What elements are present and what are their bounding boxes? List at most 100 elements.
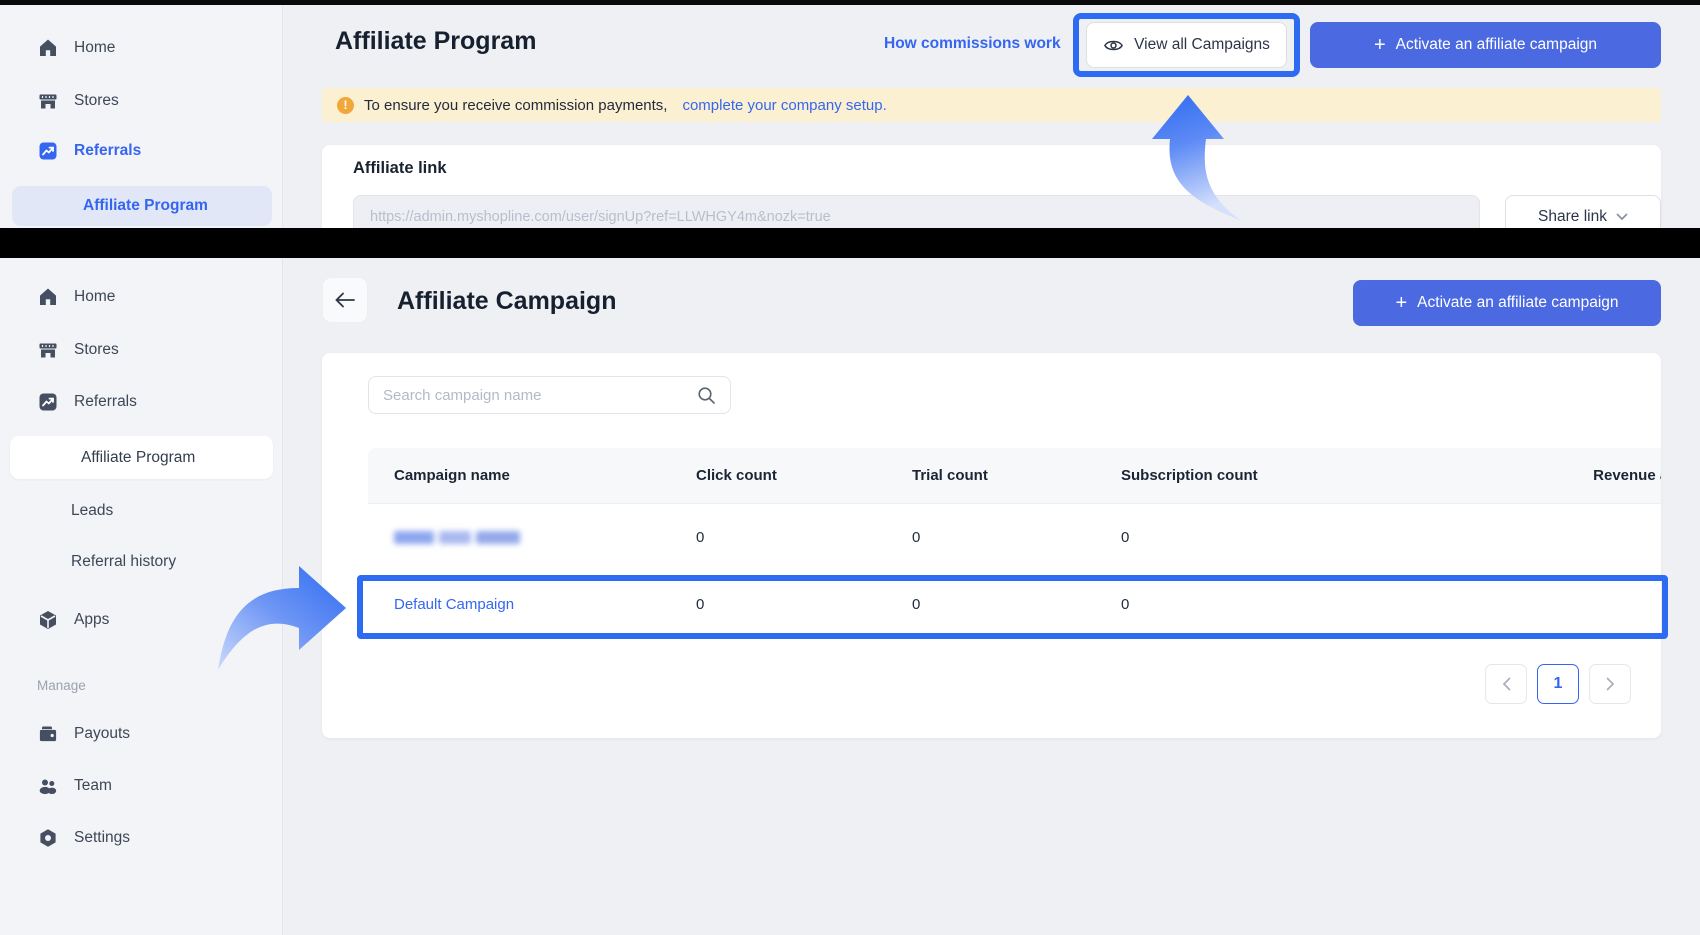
revenue-value: $0.00: [1404, 529, 1661, 546]
sidebar-item-label: Settings: [74, 829, 130, 847]
search-icon[interactable]: [697, 386, 716, 405]
sidebar-item-label: Apps: [74, 611, 109, 629]
screenshot-stage: Home Stores Referrals Affiliate Program …: [0, 0, 1700, 935]
sidebar-item-label: Referrals: [74, 142, 141, 160]
campaign-table-card: Campaign name Click count Trial count Su…: [322, 353, 1661, 738]
plus-icon: +: [1395, 293, 1407, 313]
sidebar-item-label: Stores: [74, 92, 119, 110]
affiliate-link-input[interactable]: [353, 195, 1480, 228]
subscription-count-value: 0: [1121, 529, 1404, 546]
apps-icon: [38, 610, 58, 630]
back-button[interactable]: [322, 277, 368, 323]
top-edge-strip: [0, 0, 1700, 5]
redacted-campaign-name[interactable]: [368, 531, 696, 544]
sidebar-item-label: Affiliate Program: [83, 197, 208, 215]
back-arrow-icon: [334, 291, 356, 309]
pagination-page-1[interactable]: 1: [1537, 664, 1579, 704]
how-commissions-work-link[interactable]: How commissions work: [884, 35, 1061, 53]
trial-count-value: 0: [912, 529, 1121, 546]
home-icon: [38, 38, 58, 58]
settings-icon: [38, 828, 58, 848]
affiliate-link-card: Affiliate link Share link: [322, 145, 1661, 228]
pagination-prev-button[interactable]: [1485, 664, 1527, 704]
team-icon: [38, 776, 58, 796]
sidebar-item-leads[interactable]: Leads: [0, 496, 283, 526]
warning-icon: !: [337, 97, 354, 114]
sidebar-item-label: Referrals: [74, 393, 137, 411]
sidebar-item-affiliate-program-active[interactable]: Affiliate Program: [10, 436, 273, 479]
sidebar-item-apps[interactable]: Apps: [0, 605, 283, 635]
click-count-value: 0: [696, 529, 912, 546]
payouts-icon: [38, 724, 58, 744]
view-all-campaigns-label: View all Campaigns: [1134, 36, 1270, 54]
sidebar-item-label: Team: [74, 777, 112, 795]
referrals-icon: [38, 141, 58, 161]
sidebar-item-label: Payouts: [74, 725, 130, 743]
search-input[interactable]: [369, 387, 697, 404]
sidebar-item-home[interactable]: Home: [0, 282, 283, 312]
view-all-campaigns-button[interactable]: View all Campaigns: [1086, 22, 1287, 68]
share-link-button[interactable]: Share link: [1505, 195, 1661, 228]
activate-campaign-button[interactable]: + Activate an affiliate campaign: [1353, 280, 1661, 326]
page-title: Affiliate Program: [335, 27, 536, 56]
chevron-right-icon: [1606, 677, 1615, 691]
chevron-down-icon: [1616, 213, 1628, 221]
revenue-value: $0.00: [1404, 596, 1661, 613]
affiliate-link-heading: Affiliate link: [353, 159, 447, 178]
sidebar-item-label: Home: [74, 288, 115, 306]
trial-count-value: 0: [912, 596, 1121, 613]
sidebar-item-settings[interactable]: Settings: [0, 823, 283, 853]
referrals-icon: [38, 392, 58, 412]
bottom-panel-affiliate-campaign: Home Stores Referrals Affiliate Program …: [0, 258, 1700, 935]
pagination-next-button[interactable]: [1589, 664, 1631, 704]
click-count-value: 0: [696, 596, 912, 613]
table-row[interactable]: 0 0 0 $0.00: [368, 504, 1661, 571]
sidebar-item-team[interactable]: Team: [0, 771, 283, 801]
sidebar-item-referral-history[interactable]: Referral history: [0, 547, 283, 577]
sidebar-item-home[interactable]: Home: [0, 33, 283, 63]
share-link-label: Share link: [1538, 208, 1607, 226]
sidebar: Home Stores Referrals Affiliate Program …: [0, 258, 283, 935]
sidebar-item-referrals[interactable]: Referrals: [0, 136, 283, 166]
home-icon: [38, 287, 58, 307]
eye-icon: [1103, 35, 1124, 56]
sidebar-item-label: Leads: [71, 502, 113, 520]
sidebar-item-label: Affiliate Program: [81, 449, 195, 467]
campaign-table: Campaign name Click count Trial count Su…: [368, 448, 1661, 638]
sidebar-item-stores[interactable]: Stores: [0, 86, 283, 116]
campaign-search: [368, 376, 731, 414]
sidebar-item-affiliate-program-active[interactable]: Affiliate Program: [12, 186, 272, 226]
top-panel-affiliate-program: Home Stores Referrals Affiliate Program …: [0, 0, 1700, 228]
col-trial-count: Trial count: [912, 467, 1121, 484]
store-icon: [38, 91, 58, 111]
activate-campaign-label: Activate an affiliate campaign: [1396, 36, 1597, 54]
sidebar-item-label: Referral history: [71, 553, 176, 571]
company-setup-link[interactable]: complete your company setup.: [682, 97, 886, 114]
plus-icon: +: [1374, 35, 1386, 55]
commission-warning-banner: ! To ensure you receive commission payme…: [322, 88, 1661, 122]
subscription-count-value: 0: [1121, 596, 1404, 613]
blurred-text: [394, 531, 696, 544]
chevron-left-icon: [1502, 677, 1511, 691]
col-click-count: Click count: [696, 467, 912, 484]
table-row-default-campaign[interactable]: Default Campaign 0 0 0 $0.00: [368, 571, 1661, 638]
table-header-row: Campaign name Click count Trial count Su…: [368, 448, 1661, 504]
default-campaign-link[interactable]: Default Campaign: [368, 596, 696, 613]
sidebar-item-label: Stores: [74, 341, 119, 359]
page-title: Affiliate Campaign: [397, 287, 616, 316]
screenshot-divider-bar: [0, 228, 1700, 258]
col-subscription-count: Subscription count: [1121, 467, 1404, 484]
col-campaign-name: Campaign name: [368, 467, 696, 484]
sidebar-item-label: Home: [74, 39, 115, 57]
store-icon: [38, 340, 58, 360]
banner-text: To ensure you receive commission payment…: [364, 97, 667, 114]
col-revenue-amount: Revenue amount: [1404, 467, 1661, 484]
pagination: 1: [1485, 664, 1631, 704]
sidebar-section-manage: Manage: [37, 678, 86, 693]
activate-campaign-label: Activate an affiliate campaign: [1417, 294, 1618, 312]
sidebar: Home Stores Referrals Affiliate Program: [0, 5, 283, 228]
sidebar-item-referrals[interactable]: Referrals: [0, 387, 283, 417]
sidebar-item-payouts[interactable]: Payouts: [0, 719, 283, 749]
sidebar-item-stores[interactable]: Stores: [0, 335, 283, 365]
activate-campaign-button[interactable]: + Activate an affiliate campaign: [1310, 22, 1661, 68]
